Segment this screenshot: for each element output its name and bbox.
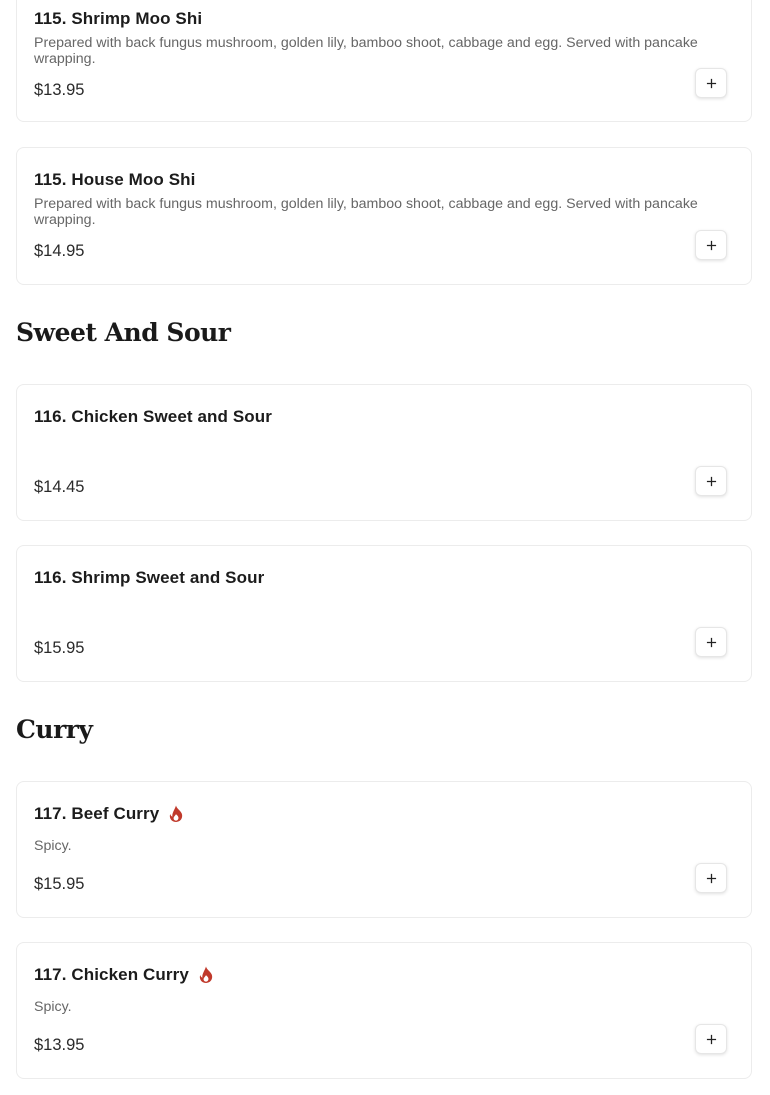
item-price: $13.95 bbox=[34, 1036, 85, 1054]
item-description: Prepared with back fungus mushroom, gold… bbox=[34, 35, 698, 67]
item-name: 115. House Moo Shi bbox=[34, 170, 196, 189]
menu-item-card[interactable]: 116. Chicken Sweet and Sour $14.45 bbox=[16, 384, 752, 521]
item-name-row: 117. Beef Curry bbox=[34, 804, 185, 824]
spicy-flame-icon bbox=[170, 805, 183, 822]
plus-icon bbox=[706, 873, 716, 883]
item-name: 116. Chicken Sweet and Sour bbox=[34, 407, 272, 426]
item-price: $14.95 bbox=[34, 242, 85, 260]
plus-icon bbox=[706, 637, 716, 647]
menu-item-card[interactable]: 115. Shrimp Moo Shi Prepared with back f… bbox=[16, 0, 752, 122]
menu-item-card[interactable]: 116. Shrimp Sweet and Sour $15.95 bbox=[16, 545, 752, 682]
menu-item-card[interactable]: 115. House Moo Shi Prepared with back fu… bbox=[16, 147, 752, 285]
item-description: Spicy. bbox=[34, 999, 72, 1015]
plus-icon bbox=[706, 476, 716, 486]
plus-icon bbox=[706, 1034, 716, 1044]
section-title: Curry bbox=[16, 715, 93, 744]
item-price: $13.95 bbox=[34, 81, 85, 99]
add-item-button[interactable] bbox=[695, 627, 727, 657]
section-title: Sweet And Sour bbox=[16, 318, 231, 347]
menu-item-card[interactable]: 117. Beef Curry Spicy. $15.95 bbox=[16, 781, 752, 918]
add-item-button[interactable] bbox=[695, 68, 727, 98]
item-name: 116. Shrimp Sweet and Sour bbox=[34, 568, 265, 587]
add-item-button[interactable] bbox=[695, 230, 727, 260]
item-name: 117. Chicken Curry bbox=[34, 965, 189, 984]
menu-item-card[interactable]: 117. Chicken Curry Spicy. $13.95 bbox=[16, 942, 752, 1079]
item-description: Prepared with back fungus mushroom, gold… bbox=[34, 196, 698, 228]
add-item-button[interactable] bbox=[695, 863, 727, 893]
item-description: Spicy. bbox=[34, 838, 72, 854]
spicy-flame-icon bbox=[199, 966, 213, 983]
item-price: $14.45 bbox=[34, 478, 85, 496]
add-item-button[interactable] bbox=[695, 466, 727, 496]
item-price: $15.95 bbox=[34, 875, 85, 893]
add-item-button[interactable] bbox=[695, 1024, 727, 1054]
plus-icon bbox=[706, 240, 716, 250]
item-name-row: 117. Chicken Curry bbox=[34, 965, 215, 985]
plus-icon bbox=[706, 78, 716, 88]
item-price: $15.95 bbox=[34, 639, 85, 657]
item-name: 117. Beef Curry bbox=[34, 804, 160, 823]
item-name: 115. Shrimp Moo Shi bbox=[34, 9, 203, 28]
